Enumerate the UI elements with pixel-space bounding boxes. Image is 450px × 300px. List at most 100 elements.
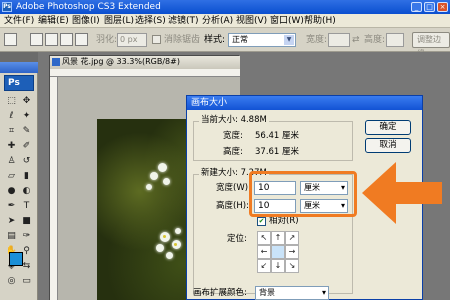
ok-button[interactable]: 确定 — [365, 120, 411, 135]
extension-color-value: 背景 — [259, 288, 275, 297]
marquee-preset-icon[interactable] — [4, 33, 17, 46]
pen-tool-icon[interactable]: ✒ — [5, 200, 18, 213]
ps-badge: Ps — [4, 75, 34, 91]
antialias-label: 消除锯齿 — [164, 35, 201, 45]
refine-edge-button[interactable]: 调整边缘 — [412, 32, 450, 58]
healing-brush-icon[interactable]: ✚ — [5, 140, 18, 153]
menu-edit[interactable]: 编辑(E) — [38, 15, 69, 27]
menu-view[interactable]: 视图(V) — [236, 15, 267, 27]
swap-icon[interactable]: ⇄ — [352, 34, 360, 46]
brush-tool-icon[interactable]: ✐ — [20, 140, 33, 153]
relative-checkbox[interactable]: ✔ — [257, 217, 266, 226]
height-input[interactable] — [386, 33, 404, 47]
dialog-title[interactable]: 画布大小 — [187, 96, 422, 110]
current-height-label: 高度: — [223, 147, 243, 157]
options-bar: 羽化: 0 px 消除锯齿 样式: 正常 ▼ 宽度: ⇄ 高度: 调整边缘 — [0, 28, 450, 58]
menu-image[interactable]: 图像(I) — [72, 15, 100, 27]
menu-analysis[interactable]: 分析(A) — [202, 15, 233, 27]
flower-blossom — [166, 252, 173, 259]
lasso-tool-icon[interactable]: ℓ — [5, 110, 18, 123]
current-size-label: 当前大小: 4.88M — [199, 115, 269, 126]
anchor-top-right[interactable]: ↗ — [285, 231, 299, 245]
extension-color-select[interactable]: 背景 ▾ — [255, 286, 329, 300]
height-label: 高度: — [364, 35, 386, 45]
anchor-bottom-left[interactable]: ↙ — [257, 259, 271, 273]
menu-window[interactable]: 窗口(W) — [270, 15, 304, 27]
menu-filter[interactable]: 滤镜(T) — [168, 15, 199, 27]
menu-help[interactable]: 帮助(H) — [304, 15, 336, 27]
crop-tool-icon[interactable]: ⌗ — [5, 125, 18, 138]
height-label: 高度(H): — [216, 201, 249, 211]
flower-blossom — [156, 244, 164, 252]
minimize-button[interactable]: _ — [411, 2, 422, 12]
current-height-value: 37.61 厘米 — [255, 147, 300, 157]
intersect-selection-icon[interactable] — [75, 33, 88, 46]
flower-blossom — [146, 184, 152, 190]
flower-blossom — [175, 228, 181, 234]
title-bar: Ps Adobe Photoshop CS3 Extended _ □ × — [0, 0, 450, 14]
current-width-value: 56.41 厘米 — [255, 131, 300, 141]
anchor-center[interactable] — [271, 245, 285, 259]
menu-bar: 文件(F) 编辑(E) 图像(I) 图层(L) 选择(S) 滤镜(T) 分析(A… — [0, 14, 450, 28]
close-button[interactable]: × — [437, 2, 448, 12]
document-title[interactable]: 风景 花.jpg @ 33.3%(RGB/8#) — [50, 56, 240, 69]
chevron-down-icon: ▾ — [321, 288, 326, 297]
marquee-tool-icon[interactable]: ⬚ — [5, 95, 18, 108]
gradient-tool-icon[interactable]: ▮ — [20, 170, 33, 183]
blur-tool-icon[interactable]: ● — [5, 185, 18, 198]
vertical-ruler — [50, 77, 58, 300]
slice-tool-icon[interactable]: ✎ — [20, 125, 33, 138]
style-value: 正常 — [232, 35, 248, 44]
style-select[interactable]: 正常 ▼ — [228, 33, 296, 47]
magic-wand-icon[interactable]: ✦ — [20, 110, 33, 123]
dodge-tool-icon[interactable]: ◐ — [20, 185, 33, 198]
menu-layer[interactable]: 图层(L) — [104, 15, 134, 27]
anchor-bottom[interactable]: ↓ — [271, 259, 285, 273]
style-label: 样式: — [204, 35, 226, 45]
add-selection-icon[interactable] — [45, 33, 58, 46]
foreground-color-swatch[interactable] — [9, 252, 23, 266]
horizontal-ruler — [50, 69, 240, 77]
flower-center — [174, 243, 177, 246]
anchor-right[interactable]: → — [285, 245, 299, 259]
anchor-left[interactable]: ← — [257, 245, 271, 259]
extension-color-label: 画布扩展颜色: — [193, 288, 247, 298]
flower-center — [163, 235, 166, 238]
stamp-tool-icon[interactable]: ♙ — [5, 155, 18, 168]
flower-blossom — [158, 163, 167, 172]
path-select-icon[interactable]: ➤ — [5, 215, 18, 228]
width-input[interactable] — [328, 33, 350, 47]
history-brush-icon[interactable]: ↺ — [20, 155, 33, 168]
document-icon — [52, 58, 60, 66]
quick-mask-icon[interactable]: ◎ — [5, 275, 18, 288]
move-tool-icon[interactable]: ✥ — [20, 95, 33, 108]
menu-file[interactable]: 文件(F) — [4, 15, 34, 27]
chevron-down-icon: ▼ — [284, 35, 294, 45]
screen-mode-icon[interactable]: ▭ — [20, 275, 33, 288]
app-logo-icon: Ps — [2, 2, 12, 12]
cancel-button[interactable]: 取消 — [365, 138, 411, 153]
pointer-arrow-icon — [362, 162, 442, 224]
width-label: 宽度(W): — [216, 183, 251, 193]
eraser-tool-icon[interactable]: ▱ — [5, 170, 18, 183]
maximize-button[interactable]: □ — [424, 2, 435, 12]
new-selection-icon[interactable] — [30, 33, 43, 46]
anchor-bottom-right[interactable]: ↘ — [285, 259, 299, 273]
notes-tool-icon[interactable]: ▤ — [5, 230, 18, 243]
anchor-top[interactable]: ↑ — [271, 231, 285, 245]
antialias-checkbox[interactable] — [152, 35, 161, 44]
width-label: 宽度: — [306, 35, 328, 45]
feather-input[interactable]: 0 px — [117, 33, 147, 47]
menu-select[interactable]: 选择(S) — [135, 15, 166, 27]
type-tool-icon[interactable]: T — [20, 200, 33, 213]
subtract-selection-icon[interactable] — [60, 33, 73, 46]
highlight-box — [249, 171, 357, 217]
toolbox-header[interactable] — [0, 62, 38, 73]
anchor-label: 定位: — [227, 234, 247, 244]
eyedropper-icon[interactable]: ✑ — [20, 230, 33, 243]
shape-tool-icon[interactable]: ■ — [20, 215, 33, 228]
anchor-top-left[interactable]: ↖ — [257, 231, 271, 245]
current-width-label: 宽度: — [223, 131, 243, 141]
relative-label: 相对(R) — [269, 216, 299, 226]
feather-label: 羽化: — [96, 35, 118, 45]
